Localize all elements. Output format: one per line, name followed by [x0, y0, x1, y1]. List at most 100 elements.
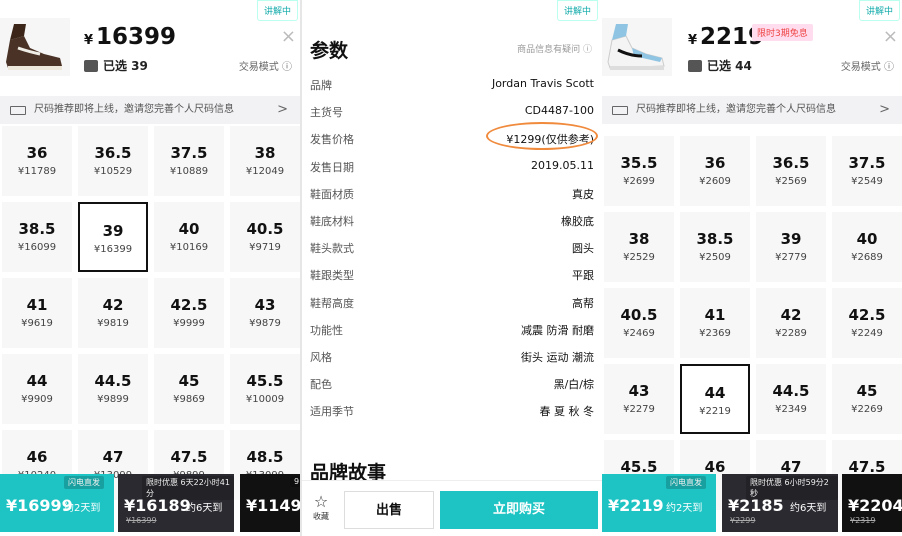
size-label: 38	[254, 144, 276, 162]
size-option[interactable]: 36.5 ¥2569	[756, 136, 826, 206]
size-label: 39	[102, 222, 124, 240]
size-option[interactable]: 36 ¥11789	[2, 126, 72, 196]
size-option[interactable]: 38 ¥12049	[230, 126, 300, 196]
size-label: 42	[102, 296, 124, 314]
size-option[interactable]: 41 ¥9619	[2, 278, 72, 348]
param-key: 适用季节	[310, 405, 354, 419]
size-option[interactable]: 42 ¥9819	[78, 278, 148, 348]
size-option[interactable]: 40.5 ¥9719	[230, 202, 300, 272]
size-option[interactable]: 36.5 ¥10529	[78, 126, 148, 196]
size-option[interactable]: 40 ¥2689	[832, 212, 902, 282]
offer-footer: 闪电直发 ¥2219 约2天到 限时优惠 6小时59分2秒 ¥2185 约6天到…	[602, 474, 902, 536]
size-label: 43	[254, 296, 276, 314]
size-option[interactable]: 45 ¥2269	[832, 364, 902, 434]
live-badge[interactable]: 讲解中	[556, 0, 598, 21]
size-option[interactable]: 41 ¥2369	[680, 288, 750, 358]
trade-mode-link[interactable]: 交易模式 ⓘ	[841, 58, 894, 73]
size-option[interactable]: 42 ¥2289	[756, 288, 826, 358]
middle-panel: 讲解中 参数 商品信息有疑问 ⓘ 品牌 Jordan Travis Scott 主货…	[302, 0, 602, 536]
params-title: 参数	[310, 40, 349, 62]
size-option[interactable]: 42.5 ¥9999	[154, 278, 224, 348]
size-option[interactable]: 39 ¥16399	[78, 202, 148, 272]
size-price: ¥9719	[249, 242, 281, 253]
size-label: 38.5	[18, 220, 56, 238]
size-option[interactable]: 43 ¥2279	[604, 364, 674, 434]
size-option[interactable]: 37.5 ¥10889	[154, 126, 224, 196]
size-option[interactable]: 39 ¥2779	[756, 212, 826, 282]
size-label: 35.5	[620, 154, 658, 172]
size-label: 44.5	[94, 372, 132, 390]
size-recommend-banner[interactable]: 尺码推荐即将上线，邀请您完善个人尺码信息 >	[602, 96, 902, 124]
product-thumbnail	[0, 18, 70, 76]
size-recommend-banner[interactable]: 尺码推荐即将上线，邀请您完善个人尺码信息 >	[0, 96, 300, 124]
param-key: 配色	[310, 378, 332, 392]
size-label: 47.5	[170, 448, 208, 466]
size-option[interactable]: 38 ¥2529	[604, 212, 674, 282]
size-label: 37.5	[848, 154, 886, 172]
ruler-icon	[612, 106, 628, 115]
offer-card-express[interactable]: 闪电直发 ¥2219 约2天到	[602, 474, 716, 532]
action-bar: ☆ 收藏 出售 立即购买	[302, 480, 602, 536]
offer-card-discount[interactable]: 限时优惠 6小时59分2秒 ¥2185 约6天到 ¥2299	[722, 474, 838, 532]
size-price: ¥9879	[249, 318, 281, 329]
size-price: ¥9869	[173, 394, 205, 405]
size-option[interactable]: 42.5 ¥2249	[832, 288, 902, 358]
size-option[interactable]: 45.5 ¥10009	[230, 354, 300, 424]
size-option[interactable]: 44.5 ¥2349	[756, 364, 826, 434]
size-option[interactable]: 45 ¥9869	[154, 354, 224, 424]
offer-card-other[interactable]: ¥2204 ¥2319	[842, 474, 902, 532]
param-row: 鞋底材料 橡胶底	[310, 209, 594, 236]
info-question-link[interactable]: 商品信息有疑问 ⓘ	[517, 42, 592, 55]
param-row: 发售日期 2019.05.11	[310, 155, 594, 182]
live-badge[interactable]: 讲解中	[256, 0, 298, 21]
size-option[interactable]: 43 ¥9879	[230, 278, 300, 348]
size-option[interactable]: 44.5 ¥9899	[78, 354, 148, 424]
param-row: 鞋帮高度 高帮	[310, 291, 594, 318]
offer-card-discount[interactable]: 限时优惠 6天22小时41分 ¥16189 约6天到 ¥16399	[118, 474, 234, 532]
size-label: 47	[102, 448, 124, 466]
size-option[interactable]: 35.5 ¥2699	[604, 136, 674, 206]
offer-card-other[interactable]: 9 ¥11499	[240, 474, 300, 532]
size-price: ¥2269	[851, 404, 883, 415]
size-label: 40.5	[246, 220, 284, 238]
buy-now-button[interactable]: 立即购买	[440, 491, 598, 529]
offer-footer: 闪电直发 ¥16999 约2天到 限时优惠 6天22小时41分 ¥16189 约…	[0, 474, 300, 536]
price-display: ¥16399	[84, 24, 177, 50]
param-value: 减震 防滑 耐磨	[521, 323, 594, 337]
size-label: 46	[26, 448, 48, 466]
size-label: 42	[780, 306, 802, 324]
size-label: 40.5	[620, 306, 658, 324]
size-price: ¥10169	[169, 242, 209, 253]
size-option[interactable]: 40 ¥10169	[154, 202, 224, 272]
size-price: ¥9999	[173, 318, 205, 329]
size-label: 45	[856, 382, 878, 400]
param-value: Jordan Travis Scott	[491, 77, 594, 90]
offer-card-express[interactable]: 闪电直发 ¥16999 约2天到	[0, 474, 114, 532]
param-row: 鞋面材质 真皮	[310, 182, 594, 209]
size-option[interactable]: 40.5 ¥2469	[604, 288, 674, 358]
size-label: 45.5	[246, 372, 284, 390]
favorite-button[interactable]: ☆ 收藏	[306, 493, 336, 522]
close-icon[interactable]: ×	[281, 26, 296, 47]
size-option[interactable]: 38.5 ¥2509	[680, 212, 750, 282]
param-row: 品牌 Jordan Travis Scott	[310, 73, 594, 100]
size-option[interactable]: 44 ¥9909	[2, 354, 72, 424]
close-icon[interactable]: ×	[883, 26, 898, 47]
size-tag-icon	[688, 60, 702, 72]
trade-mode-link[interactable]: 交易模式 ⓘ	[239, 58, 292, 73]
size-price: ¥12049	[245, 166, 285, 177]
param-value: CD4487-100	[524, 104, 594, 118]
size-option[interactable]: 36 ¥2609	[680, 136, 750, 206]
live-badge[interactable]: 讲解中	[858, 0, 900, 21]
size-label: 36.5	[94, 144, 132, 162]
size-label: 40	[178, 220, 200, 238]
sell-button[interactable]: 出售	[344, 491, 434, 529]
size-price: ¥16399	[93, 244, 133, 255]
param-key: 发售日期	[310, 160, 354, 174]
size-option[interactable]: 38.5 ¥16099	[2, 202, 72, 272]
size-option[interactable]: 37.5 ¥2549	[832, 136, 902, 206]
param-key: 功能性	[310, 323, 343, 337]
size-price: ¥2699	[623, 176, 655, 187]
size-option[interactable]: 44 ¥2219	[680, 364, 750, 434]
param-value: 高帮	[572, 296, 594, 310]
